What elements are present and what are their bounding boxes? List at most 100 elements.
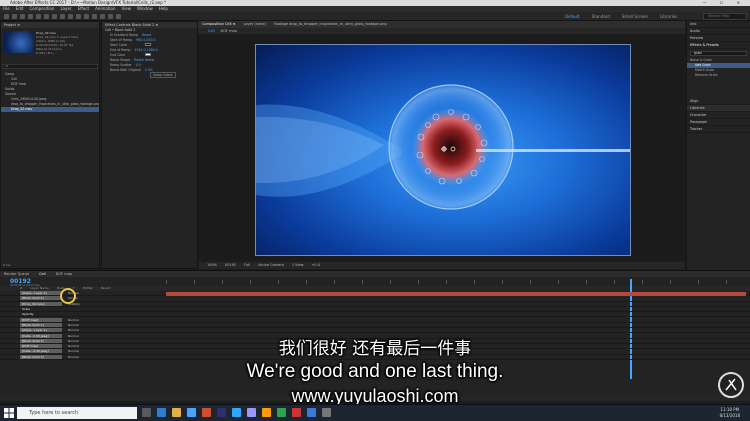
tab-composition-cell[interactable]: Composition Cell ≡ bbox=[202, 21, 236, 28]
illustrator-icon[interactable] bbox=[262, 408, 271, 417]
footage-info: Drop_32.mov Drop_32.mov ▾, used 1 time 1… bbox=[36, 31, 96, 55]
subtab-cell[interactable]: Cell bbox=[208, 28, 215, 34]
system-clock[interactable]: 11:18 PM 8/13/2018 bbox=[719, 407, 740, 419]
time-ruler[interactable] bbox=[166, 280, 746, 284]
swap-colors-button[interactable]: Swap Colors bbox=[150, 72, 176, 78]
fx-label: Ramp Scatter bbox=[110, 63, 132, 67]
windows-start-icon[interactable] bbox=[4, 408, 14, 418]
layer-bar[interactable] bbox=[166, 291, 746, 296]
layer-name: [Black Solid 2] bbox=[20, 296, 62, 301]
paragraph-panel[interactable]: Paragraph bbox=[687, 119, 750, 126]
pen-tool-icon[interactable] bbox=[68, 14, 73, 19]
fx-label: Start Color bbox=[110, 43, 128, 47]
workspace-standard[interactable]: Standard bbox=[592, 13, 610, 20]
selection-tool-icon[interactable] bbox=[12, 14, 17, 19]
start-color-swatch[interactable] bbox=[145, 43, 152, 46]
effects-presets-panel[interactable]: Effects & Presets bbox=[687, 42, 750, 49]
layer-name: [Black Solid 1] bbox=[20, 322, 62, 327]
composition-canvas[interactable] bbox=[255, 44, 631, 256]
info-panel[interactable]: Info bbox=[687, 21, 750, 28]
resolution-dropdown[interactable]: Full bbox=[244, 262, 250, 269]
fx-value[interactable]: 1344.0,1080.0 bbox=[134, 48, 157, 52]
app-icon[interactable] bbox=[307, 408, 316, 417]
views-dropdown[interactable]: 1 View bbox=[292, 262, 304, 269]
app-icon[interactable] bbox=[292, 408, 301, 417]
type-tool-icon[interactable] bbox=[76, 14, 81, 19]
workspace-small-screen[interactable]: Small Screen bbox=[622, 13, 648, 20]
tracker-panel[interactable]: Tracker bbox=[687, 126, 750, 133]
workspace-libraries[interactable]: Libraries bbox=[660, 13, 677, 20]
subtab-dof-map[interactable]: DOF map bbox=[221, 28, 237, 34]
pan-behind-tool-icon[interactable] bbox=[52, 14, 57, 19]
tab-layer[interactable]: Layer (none) bbox=[244, 21, 266, 28]
layer-mode[interactable]: Normal bbox=[68, 328, 82, 332]
viewer-timecode[interactable]: 00192 bbox=[225, 262, 236, 269]
fx-label: End Color bbox=[110, 53, 126, 57]
task-view-icon[interactable] bbox=[142, 408, 151, 417]
rotate-tool-icon[interactable] bbox=[36, 14, 41, 19]
timeline-fps: 00:00:06:12 (29.97 fps) bbox=[10, 284, 40, 287]
tools-bar: Default Standard Small Screen Libraries … bbox=[0, 12, 750, 21]
app-icon[interactable] bbox=[277, 408, 286, 417]
composition-tab-strip: Composition Cell ≡ Layer (none) Footage … bbox=[198, 21, 685, 28]
layer-name: [DOF map] bbox=[20, 317, 62, 322]
photoshop-icon[interactable] bbox=[232, 408, 241, 417]
exposure-value[interactable]: +0.0 bbox=[312, 262, 321, 269]
camera-tool-icon[interactable] bbox=[44, 14, 49, 19]
effects-search-input[interactable]: grain bbox=[690, 51, 747, 56]
character-panel[interactable]: Character bbox=[687, 112, 750, 119]
cell-injection-image bbox=[256, 84, 630, 210]
subtitle-chinese: 我们很好 还有最后一件事 bbox=[278, 339, 472, 359]
hand-tool-icon[interactable] bbox=[20, 14, 25, 19]
file-explorer-icon[interactable] bbox=[172, 408, 181, 417]
right-panels: Info Audio Preview Effects & Presets gra… bbox=[686, 21, 750, 271]
fx-reset[interactable]: Reset bbox=[142, 33, 151, 37]
store-icon[interactable] bbox=[187, 408, 196, 417]
home-tool-icon[interactable] bbox=[4, 14, 9, 19]
property-name: Opacity bbox=[22, 312, 34, 317]
fx-label: Blend With Original bbox=[110, 68, 141, 72]
app-icon[interactable] bbox=[322, 408, 331, 417]
channel-logo-icon bbox=[718, 372, 744, 398]
footage-thumbnail bbox=[3, 31, 33, 53]
taskbar-search-input[interactable]: Type here to search bbox=[17, 407, 137, 419]
fx-label: Start of Ramp bbox=[110, 38, 133, 42]
fx-value[interactable]: 960.0,540.0 bbox=[136, 38, 155, 42]
clone-tool-icon[interactable] bbox=[92, 14, 97, 19]
workspace-default[interactable]: Default bbox=[565, 13, 580, 20]
audio-panel[interactable]: Audio bbox=[687, 28, 750, 35]
layer-mode[interactable]: Normal bbox=[68, 334, 82, 338]
property-name: Scale bbox=[22, 307, 31, 312]
camera-dropdown[interactable]: Active Camera bbox=[258, 262, 284, 269]
tool-icons bbox=[4, 14, 121, 19]
search-help-input[interactable]: Search Help bbox=[703, 13, 747, 20]
zoom-tool-icon[interactable] bbox=[28, 14, 33, 19]
edge-icon[interactable] bbox=[157, 408, 166, 417]
roto-tool-icon[interactable] bbox=[108, 14, 113, 19]
window-title: Adobe After Effects CC 2017 - D:\~~Motio… bbox=[10, 0, 167, 5]
project-panel: Project ≡ bbox=[0, 21, 100, 269]
shape-tool-icon[interactable] bbox=[60, 14, 65, 19]
fx-value[interactable]: Radial Ramp bbox=[134, 58, 154, 62]
brush-tool-icon[interactable] bbox=[84, 14, 89, 19]
puppet-tool-icon[interactable] bbox=[116, 14, 121, 19]
office-icon[interactable] bbox=[202, 408, 211, 417]
fx-value[interactable]: 0.0 bbox=[136, 63, 141, 67]
project-search-input[interactable]: ρ▾ bbox=[2, 64, 98, 69]
tab-footage[interactable]: Footage drop_to_dropper_inspiration_in_u… bbox=[274, 21, 387, 28]
layer-name: [Drop_32.mov] bbox=[20, 301, 62, 306]
project-tab[interactable]: Project ≡ bbox=[1, 22, 99, 28]
after-effects-icon[interactable] bbox=[217, 408, 226, 417]
project-bpc[interactable]: 8 bpc bbox=[3, 263, 11, 267]
end-color-swatch[interactable] bbox=[145, 53, 152, 56]
preview-panel[interactable]: Preview bbox=[687, 35, 750, 42]
windows-taskbar: Type here to search 11:18 PM 8/13/2018 bbox=[0, 404, 750, 421]
premiere-icon[interactable] bbox=[247, 408, 256, 417]
zoom-dropdown[interactable]: 100% bbox=[207, 262, 217, 269]
eraser-tool-icon[interactable] bbox=[100, 14, 105, 19]
align-panel[interactable]: Align bbox=[687, 98, 750, 105]
source-drop-mov[interactable]: Drop_32.mov bbox=[1, 107, 99, 112]
layer-mode[interactable]: Normal bbox=[68, 323, 82, 327]
libraries-panel[interactable]: Libraries bbox=[687, 105, 750, 112]
layer-mode[interactable]: Normal bbox=[68, 318, 82, 322]
